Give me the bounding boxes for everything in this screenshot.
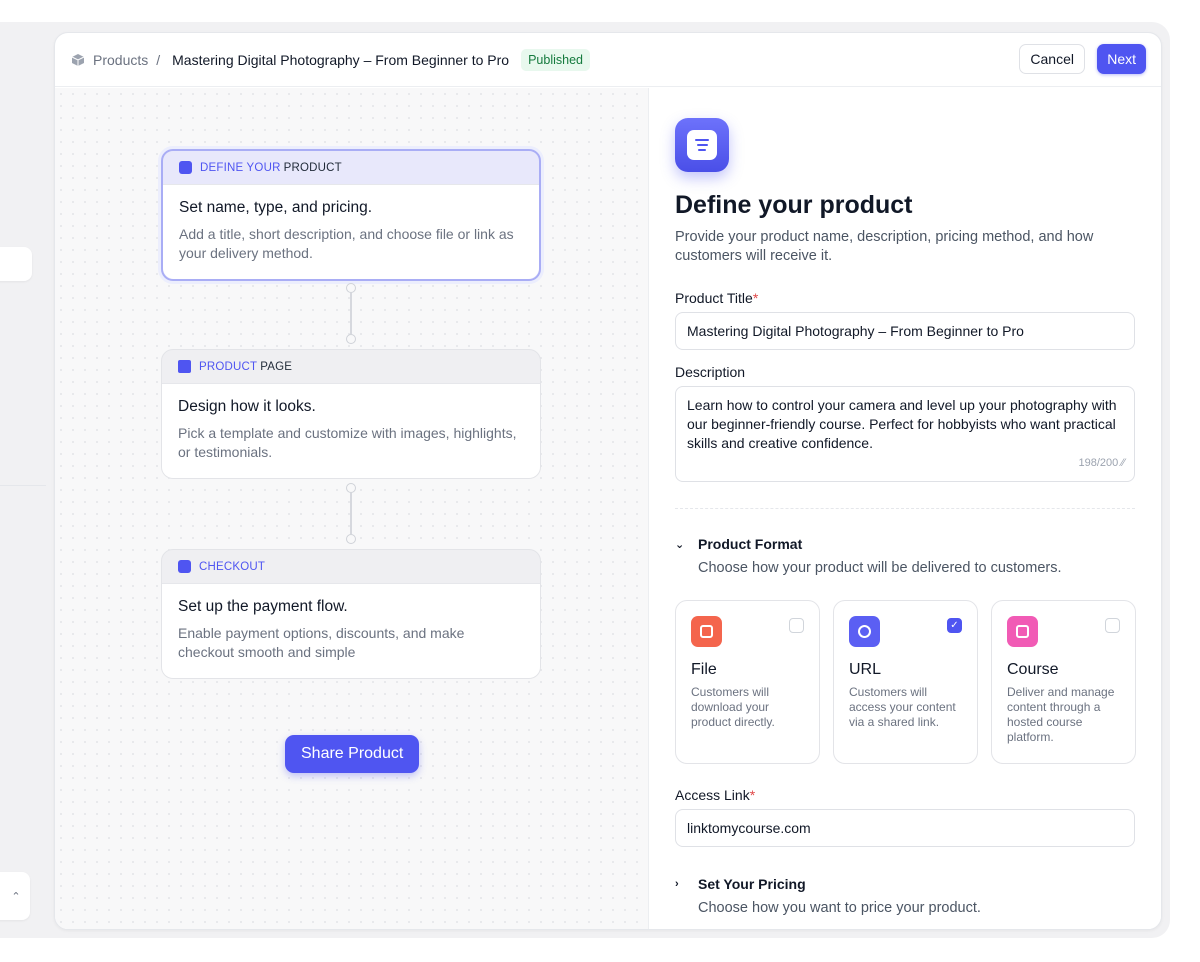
- product-editor-window: Products / Mastering Digital Photography…: [54, 32, 1162, 930]
- breadcrumb-current: Mastering Digital Photography – From Beg…: [172, 51, 510, 68]
- step-card-product-page[interactable]: PRODUCT PAGE Design how it looks. Pick a…: [161, 349, 541, 479]
- step-keyword: CHECKOUT: [199, 560, 266, 573]
- next-button[interactable]: Next: [1097, 44, 1146, 74]
- pricing-subtitle: Choose how you want to price your produc…: [698, 900, 981, 916]
- format-card-file[interactable]: File Customers will download your produc…: [675, 600, 820, 764]
- chevron-down-icon: ⌄: [675, 538, 685, 551]
- step-keyword: DEFINE YOUR: [200, 161, 281, 174]
- panel-title: Define your product: [675, 191, 913, 219]
- product-title-label: Product Title*: [675, 290, 759, 306]
- breadcrumb-separator: /: [156, 51, 161, 68]
- format-card-url[interactable]: ✓ URL Customers will access your content…: [833, 600, 978, 764]
- character-counter: 198/200 ⁄⁄: [1078, 457, 1125, 469]
- step-body: Set name, type, and pricing. Add a title…: [163, 184, 539, 279]
- resize-handle-icon: ⁄⁄: [1121, 457, 1125, 469]
- access-link-input[interactable]: linktomycourse.com: [675, 809, 1135, 847]
- description-label: Description: [675, 364, 746, 380]
- cancel-button[interactable]: Cancel: [1019, 44, 1085, 74]
- share-product-button[interactable]: Share Product: [285, 735, 420, 773]
- format-description: Customers will access your content via a…: [849, 685, 956, 729]
- chevron-right-icon: ›: [675, 878, 679, 890]
- step-header: CHECKOUT: [162, 550, 540, 583]
- panel-subtitle: Provide your product name, description, …: [675, 229, 1094, 264]
- product-title-input[interactable]: Mastering Digital Photography – From Beg…: [675, 312, 1135, 350]
- format-file-checkbox[interactable]: [789, 618, 804, 633]
- step-keyword-rest: PAGE: [260, 360, 293, 373]
- step-body: Set up the payment flow. Enable payment …: [162, 583, 540, 678]
- step-card-define-product[interactable]: DEFINE YOUR PRODUCT Set name, type, and …: [161, 149, 541, 281]
- layout-icon: [178, 360, 191, 373]
- access-link-label: Access Link*: [675, 787, 756, 803]
- sidebar-nav-item[interactable]: [0, 247, 32, 281]
- sidebar-divider: [0, 485, 46, 486]
- format-description: Deliver and manage content through a hos…: [1007, 685, 1115, 744]
- breadcrumb-products-link[interactable]: Products: [93, 52, 148, 68]
- define-product-panel: Define your product Provide your product…: [650, 88, 1161, 929]
- file-download-icon: [691, 616, 722, 647]
- section-divider: [675, 508, 1135, 509]
- step-description: Enable payment options, discounts, and m…: [178, 625, 465, 660]
- step-title: Design how it looks.: [178, 398, 316, 415]
- product-format-toggle[interactable]: ⌄ Product Format: [675, 536, 802, 552]
- description-text: Learn how to control your camera and lev…: [687, 397, 1117, 451]
- format-title: Course: [1007, 661, 1059, 678]
- sidebar-expand-toggle[interactable]: ⌃: [0, 872, 30, 920]
- step-keyword: PRODUCT: [199, 360, 258, 373]
- pricing-heading: Set Your Pricing: [698, 876, 806, 892]
- card-payment-icon: [178, 560, 191, 573]
- step-header: DEFINE YOUR PRODUCT: [163, 151, 539, 184]
- step-description: Add a title, short description, and choo…: [179, 226, 514, 261]
- step-title: Set up the payment flow.: [178, 598, 348, 615]
- step-description: Pick a template and customize with image…: [178, 425, 517, 460]
- step-title: Set name, type, and pricing.: [179, 199, 373, 216]
- step-header: PRODUCT PAGE: [162, 350, 540, 383]
- pricing-toggle[interactable]: › Set Your Pricing: [675, 876, 806, 892]
- format-description: Customers will download your product dir…: [691, 685, 775, 729]
- format-title: URL: [849, 661, 882, 678]
- box-icon: [71, 53, 85, 66]
- step-card-checkout[interactable]: CHECKOUT Set up the payment flow. Enable…: [161, 549, 541, 679]
- product-format-heading: Product Format: [698, 536, 803, 552]
- format-url-checkbox[interactable]: ✓: [947, 618, 962, 633]
- chevron-updown-icon: ⌃: [11, 890, 21, 903]
- document-lines-icon: [675, 118, 729, 172]
- document-icon: [179, 161, 192, 174]
- format-card-course[interactable]: Course Deliver and manage content throug…: [991, 600, 1136, 764]
- top-bar: Products / Mastering Digital Photography…: [55, 33, 1161, 87]
- format-title: File: [691, 661, 717, 678]
- format-course-checkbox[interactable]: [1105, 618, 1120, 633]
- step-keyword-rest: PRODUCT: [283, 161, 342, 174]
- checkmark-icon: ✓: [950, 620, 959, 631]
- course-book-icon: [1007, 616, 1038, 647]
- step-body: Design how it looks. Pick a template and…: [162, 383, 540, 478]
- product-format-subtitle: Choose how your product will be delivere…: [698, 560, 1062, 576]
- link-icon: [849, 616, 880, 647]
- status-badge: Published: [521, 48, 590, 71]
- description-textarea[interactable]: Learn how to control your camera and lev…: [675, 386, 1135, 482]
- flow-canvas: DEFINE YOUR PRODUCT Set name, type, and …: [55, 88, 649, 929]
